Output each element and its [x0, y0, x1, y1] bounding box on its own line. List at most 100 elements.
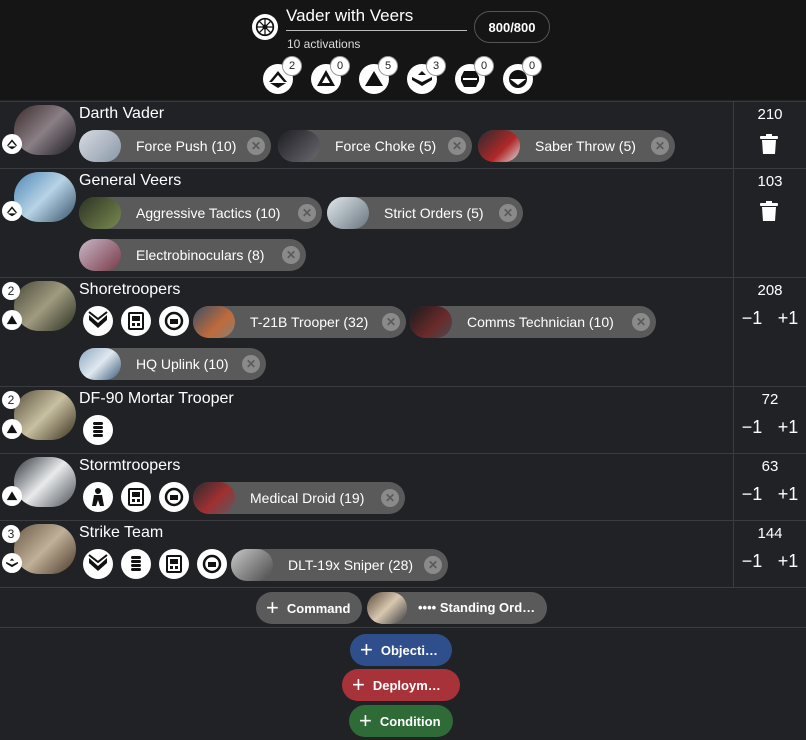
upgrade-thumbnail [79, 348, 121, 380]
upgrade-label: HQ Uplink (10) [136, 356, 229, 372]
unit-name[interactable]: Strike Team [79, 524, 163, 542]
unit-name[interactable]: Shoretroopers [79, 281, 180, 299]
rank-corps[interactable]: 5 [359, 56, 398, 96]
unit-name[interactable]: Stormtroopers [79, 457, 180, 475]
rank-operative[interactable]: 0 [311, 56, 350, 96]
activations-count: 10 activations [287, 37, 361, 51]
unit-name[interactable]: DF-90 Mortar Trooper [79, 390, 234, 408]
add-command-button[interactable]: + Command [256, 592, 362, 624]
personnel-icon[interactable] [83, 482, 113, 512]
unit-points: 103 [757, 173, 783, 190]
upgrade-label: Comms Technician (10) [467, 314, 614, 330]
empire-icon [252, 14, 278, 40]
unit-row-stormtroopers: Stormtroopers 63 −1 +1 Medical Droid (19… [0, 453, 806, 520]
upgrade-thumbnail [79, 197, 121, 229]
grenades-icon[interactable] [83, 415, 113, 445]
comms-icon[interactable] [121, 482, 151, 512]
upgrade-card[interactable]: Electrobinoculars (8) ✕ [79, 239, 306, 271]
army-header: Vader with Veers 10 activations 800/800 … [0, 0, 806, 100]
rank-heavy[interactable]: 0 [503, 56, 542, 96]
grenades-icon[interactable] [121, 549, 151, 579]
upgrade-label: Aggressive Tactics (10) [136, 205, 281, 221]
rank-support[interactable]: 0 [455, 56, 494, 96]
unit-row-darth-vader: Darth Vader 210 Force Push (10) ✕ Force … [0, 101, 806, 168]
standing-orders-card[interactable]: •••• Standing Ord… [367, 592, 547, 624]
upgrade-card[interactable]: Force Push (10) ✕ [79, 130, 271, 162]
training-icon[interactable] [83, 306, 113, 336]
remove-icon[interactable]: ✕ [424, 556, 442, 574]
increment-button[interactable]: +1 [776, 551, 801, 572]
comms-icon[interactable] [121, 306, 151, 336]
upgrade-card[interactable]: Saber Throw (5) ✕ [478, 130, 675, 162]
remove-icon[interactable]: ✕ [499, 204, 517, 222]
plus-icon: + [266, 595, 279, 620]
upgrade-card[interactable]: Comms Technician (10) ✕ [410, 306, 656, 338]
add-command-label: Command [286, 600, 351, 616]
unit-count-badge: 3 [2, 525, 20, 543]
unit-points: 63 [761, 458, 779, 475]
comms-icon[interactable] [159, 549, 189, 579]
add-condition-button[interactable]: + Condition [349, 705, 453, 737]
standing-orders-label: •••• Standing Ord… [418, 600, 536, 615]
unit-row-shoretroopers: 2 Shoretroopers 208 −1 +1 T-21B Trooper … [0, 277, 806, 386]
increment-button[interactable]: +1 [776, 417, 801, 438]
unit-name[interactable]: Darth Vader [79, 105, 164, 123]
remove-icon[interactable]: ✕ [298, 204, 316, 222]
unit-avatar[interactable] [14, 390, 76, 440]
unit-points: 72 [761, 391, 779, 408]
upgrade-card[interactable]: Medical Droid (19) ✕ [193, 482, 405, 514]
upgrade-card[interactable]: HQ Uplink (10) ✕ [79, 348, 266, 380]
upgrade-label: Force Choke (5) [335, 138, 437, 154]
remove-icon[interactable]: ✕ [632, 313, 650, 331]
unit-avatar[interactable] [14, 524, 76, 574]
remove-icon[interactable]: ✕ [382, 313, 400, 331]
remove-icon[interactable]: ✕ [651, 137, 669, 155]
increment-button[interactable]: +1 [776, 308, 801, 329]
decrement-button[interactable]: −1 [740, 417, 765, 438]
upgrade-card[interactable]: Aggressive Tactics (10) ✕ [79, 197, 322, 229]
upgrade-card[interactable]: Strict Orders (5) ✕ [327, 197, 523, 229]
command-cards-row: + Command •••• Standing Ord… [0, 587, 806, 628]
upgrade-label: Medical Droid (19) [250, 490, 365, 506]
unit-avatar[interactable] [14, 105, 76, 155]
unit-avatar[interactable] [14, 281, 76, 331]
gear-icon[interactable] [159, 306, 189, 336]
remove-icon[interactable]: ✕ [247, 137, 265, 155]
unit-name[interactable]: General Veers [79, 172, 181, 190]
points-total: 800/800 [474, 11, 550, 43]
gear-icon[interactable] [197, 549, 227, 579]
increment-button[interactable]: +1 [776, 484, 801, 505]
unit-stepper: −1 +1 [734, 551, 806, 572]
training-icon[interactable] [83, 549, 113, 579]
rank-count: 3 [426, 56, 446, 76]
remove-icon[interactable]: ✕ [242, 355, 260, 373]
upgrade-card[interactable]: DLT-19x Sniper (28) ✕ [231, 549, 448, 581]
unit-avatar[interactable] [14, 172, 76, 222]
add-objective-button[interactable]: + Objecti… [350, 634, 452, 666]
upgrade-thumbnail [79, 239, 121, 271]
army-title[interactable]: Vader with Veers [286, 6, 413, 26]
remove-icon[interactable]: ✕ [282, 246, 300, 264]
add-deployment-button[interactable]: + Deploym… [342, 669, 460, 701]
rank-special-forces[interactable]: 3 [407, 56, 446, 96]
trash-icon[interactable] [760, 201, 778, 221]
upgrade-thumbnail [327, 197, 369, 229]
decrement-button[interactable]: −1 [740, 484, 765, 505]
rank-commander[interactable]: 2 [263, 56, 302, 96]
unit-count-badge: 2 [2, 282, 20, 300]
upgrade-thumbnail [478, 130, 520, 162]
remove-icon[interactable]: ✕ [448, 137, 466, 155]
remove-icon[interactable]: ✕ [381, 489, 399, 507]
trash-icon[interactable] [760, 134, 778, 154]
gear-icon[interactable] [159, 482, 189, 512]
upgrade-card[interactable]: T-21B Trooper (32) ✕ [193, 306, 406, 338]
corps-icon [2, 310, 22, 330]
upgrade-thumbnail [231, 549, 273, 581]
decrement-button[interactable]: −1 [740, 308, 765, 329]
unit-row-strike-team: 3 Strike Team 144 −1 +1 DLT-19x Sniper (… [0, 520, 806, 587]
unit-row-general-veers: General Veers 103 Aggressive Tactics (10… [0, 168, 806, 277]
unit-avatar[interactable] [14, 457, 76, 507]
upgrade-card[interactable]: Force Choke (5) ✕ [278, 130, 472, 162]
decrement-button[interactable]: −1 [740, 551, 765, 572]
special-forces-icon [2, 553, 22, 573]
